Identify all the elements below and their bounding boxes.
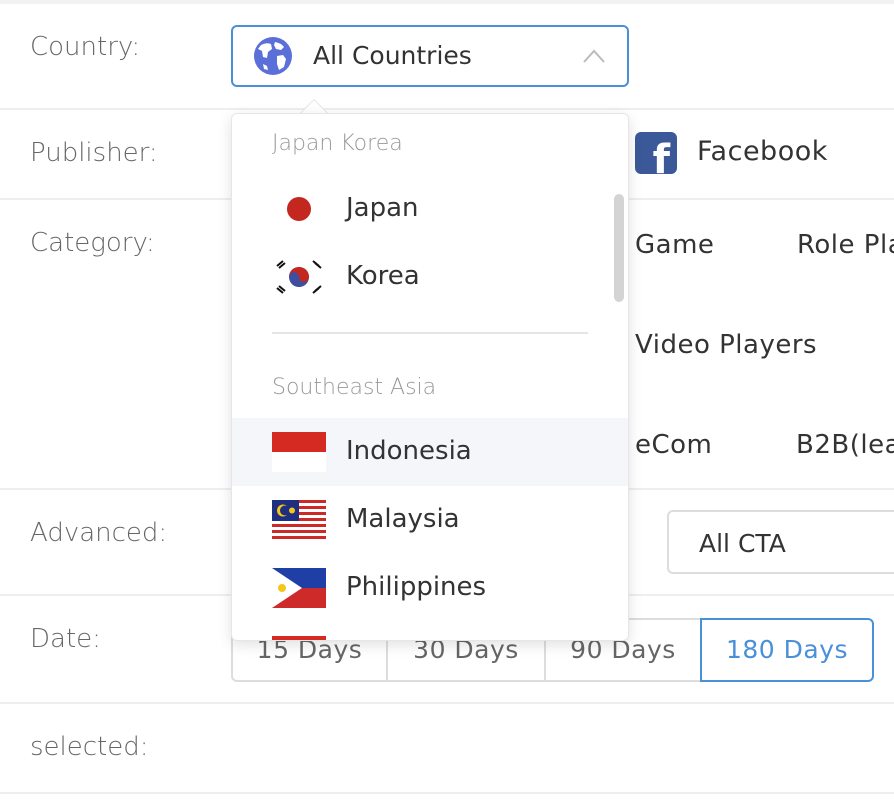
cta-select[interactable]: All CTA (667, 510, 894, 574)
category-game[interactable]: Game (635, 230, 714, 260)
facebook-icon[interactable]: f (635, 132, 677, 174)
option-label: Philippines (346, 572, 487, 602)
publisher-label: Publisher: (30, 138, 158, 168)
publisher-facebook[interactable]: Facebook (697, 136, 828, 167)
category-ecom[interactable]: eCom (635, 430, 712, 460)
date-label: Date: (30, 624, 101, 654)
date-180-days-button[interactable]: 180 Days (700, 618, 874, 682)
dropdown-scrollbar[interactable] (614, 194, 624, 302)
group-title-southeast-asia: Southeast Asia (272, 375, 437, 400)
group-title-japan-korea: Japan Korea (272, 131, 403, 156)
option-korea[interactable]: Korea (232, 243, 628, 311)
category-video-players[interactable]: Video Players (635, 330, 817, 360)
flag-icon (272, 636, 326, 640)
group-divider (272, 332, 588, 334)
cta-select-value: All CTA (699, 529, 786, 558)
country-dropdown: Japan Korea Japan Korea Southeast Asia I… (231, 113, 629, 641)
malaysia-flag-icon (272, 500, 326, 540)
option-label: Malaysia (346, 504, 460, 534)
japan-flag-icon (272, 189, 326, 229)
country-select-value: All Countries (313, 41, 472, 70)
chevron-up-icon (583, 49, 605, 63)
country-label: Country: (30, 32, 141, 62)
option-malaysia[interactable]: Malaysia (232, 486, 628, 554)
advanced-label: Advanced: (30, 518, 168, 548)
globe-icon (254, 37, 292, 75)
selected-label: selected: (30, 732, 149, 762)
country-select[interactable]: All Countries (231, 25, 629, 87)
option-japan[interactable]: Japan (232, 175, 628, 243)
option-partial-next[interactable] (232, 622, 628, 640)
category-label: Category: (30, 228, 155, 258)
option-label: Korea (346, 261, 420, 291)
option-label: Indonesia (346, 436, 472, 466)
indonesia-flag-icon (272, 432, 326, 472)
selected-row: selected: (0, 704, 894, 794)
philippines-flag-icon (272, 568, 326, 608)
option-philippines[interactable]: Philippines (232, 554, 628, 622)
option-label: Japan (346, 193, 419, 223)
korea-flag-icon (272, 257, 326, 297)
category-role-play[interactable]: Role Pla (797, 230, 894, 260)
category-b2b[interactable]: B2B(lea (796, 430, 894, 460)
option-indonesia[interactable]: Indonesia (232, 418, 628, 486)
